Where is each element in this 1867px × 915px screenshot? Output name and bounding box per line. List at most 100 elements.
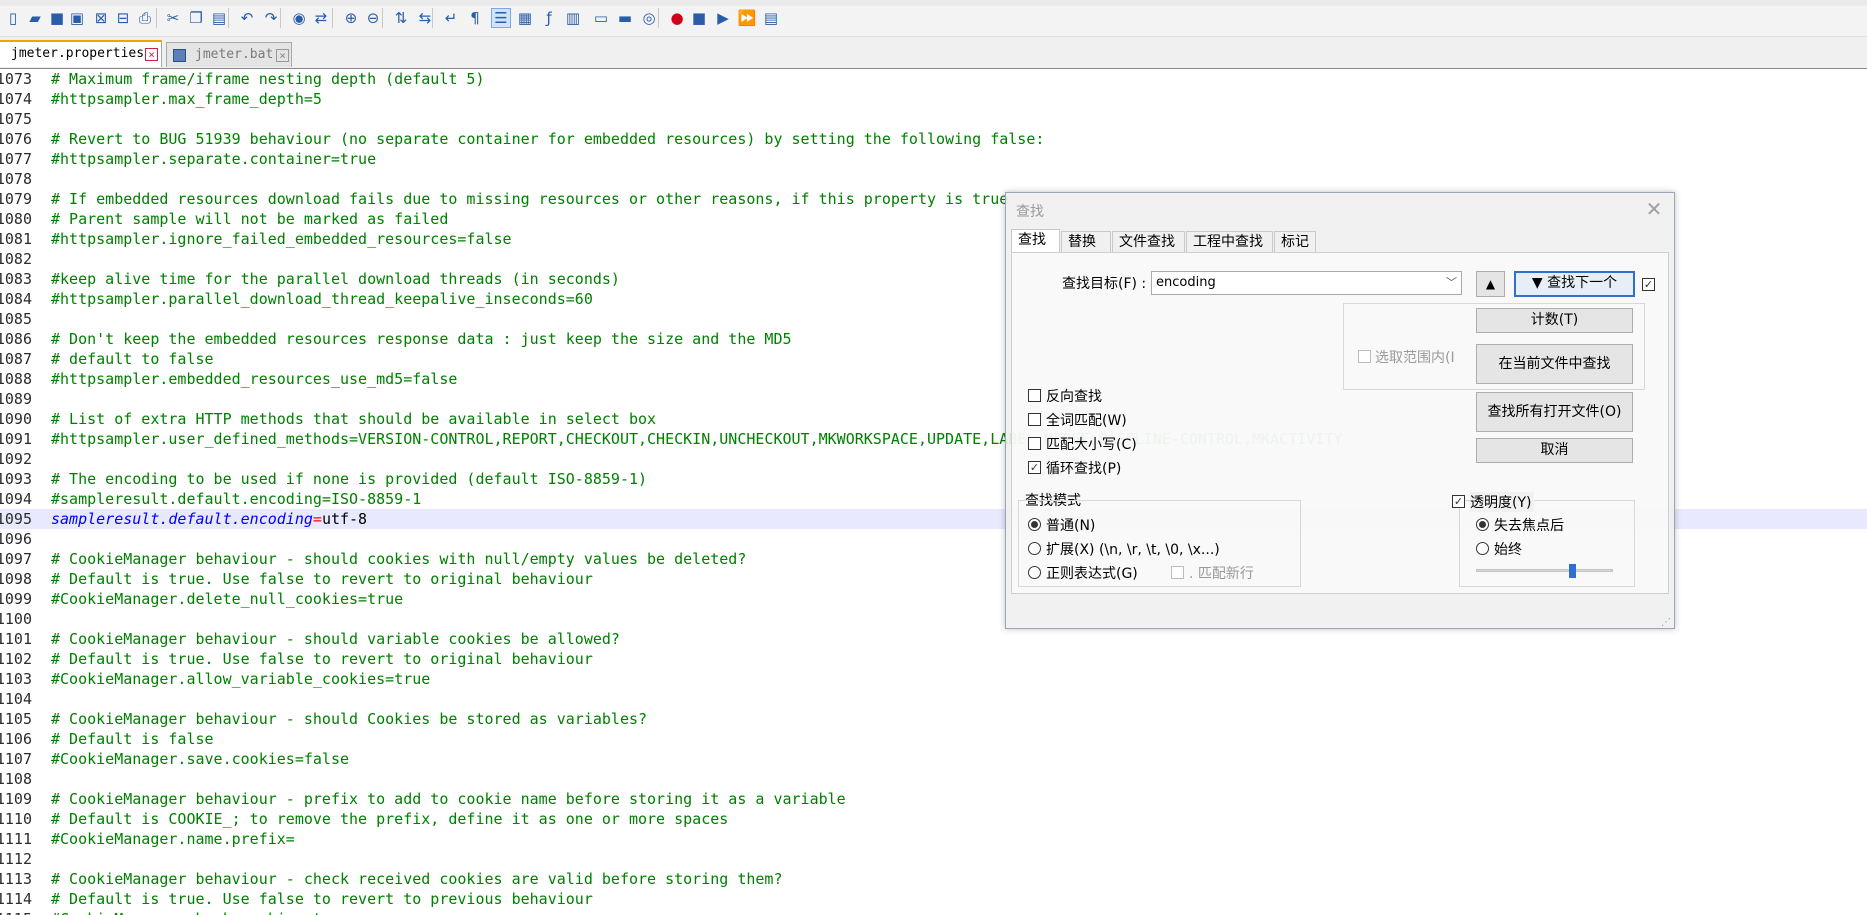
- editor-line[interactable]: 1104: [0, 689, 1867, 709]
- transparency-checkbox[interactable]: ✓: [1452, 495, 1465, 508]
- close-icon[interactable]: ×: [276, 49, 289, 62]
- chevron-down-icon[interactable]: ﹀: [1446, 272, 1457, 294]
- line-number: 1108: [0, 770, 32, 788]
- close-icon[interactable]: ⊠: [92, 9, 110, 27]
- cut-icon[interactable]: ✂: [164, 9, 182, 27]
- line-number: 1073: [0, 70, 32, 88]
- line-number: 1087: [0, 350, 32, 368]
- play-macro-icon[interactable]: ▶: [714, 9, 732, 27]
- open-file-icon[interactable]: ▰: [26, 9, 44, 27]
- paste-icon[interactable]: ▤: [210, 9, 228, 27]
- document-map-icon[interactable]: ▦: [516, 9, 534, 27]
- line-number: 1078: [0, 170, 32, 188]
- find-icon[interactable]: ◉: [290, 9, 308, 27]
- tab-find-in-project[interactable]: 工程中查找: [1186, 231, 1273, 252]
- editor-line[interactable]: 1115 #CookieManager.check.cookies=true: [0, 909, 1867, 915]
- save-icon[interactable]: ■: [48, 9, 66, 27]
- line-number: 1094: [0, 490, 32, 508]
- copy-icon[interactable]: ❐: [187, 9, 205, 27]
- editor-line[interactable]: 1108: [0, 769, 1867, 789]
- new-file-icon[interactable]: ▯: [4, 9, 22, 27]
- line-text: #httpsampler.ignore_failed_embedded_reso…: [51, 230, 512, 248]
- transparency-slider[interactable]: [1476, 569, 1613, 572]
- eye-icon[interactable]: ◎: [640, 9, 658, 27]
- print-icon[interactable]: ⎙: [136, 9, 154, 27]
- editor-line[interactable]: 1102 # Default is true. Use false to reve…: [0, 649, 1867, 669]
- redo-icon[interactable]: ↷: [262, 9, 280, 27]
- editor-line[interactable]: 1103 #CookieManager.allow_variable_cookie…: [0, 669, 1867, 689]
- backward-checkbox[interactable]: [1028, 389, 1041, 402]
- count-button[interactable]: 计数(T): [1476, 308, 1633, 333]
- clipboard-icon[interactable]: ▥: [564, 9, 582, 27]
- regex-mode-radio[interactable]: [1028, 566, 1041, 579]
- sync-vertical-icon[interactable]: ⇅: [392, 9, 410, 27]
- line-number: 1075: [0, 110, 32, 128]
- line-number: 1105: [0, 710, 32, 728]
- editor-line[interactable]: 1107 #CookieManager.save.cookies=false: [0, 749, 1867, 769]
- zoom-in-icon[interactable]: ⊕: [342, 9, 360, 27]
- line-text: #CookieManager.check.cookies=true: [51, 909, 349, 915]
- transparency-slider-thumb[interactable]: [1568, 564, 1576, 578]
- tab-find[interactable]: 查找: [1011, 229, 1060, 253]
- regex-mode-label: 正则表达式(G): [1046, 566, 1138, 582]
- editor-line[interactable]: 1114 # Default is true. Use false to reve…: [0, 889, 1867, 909]
- show-all-chars-icon[interactable]: ¶: [466, 9, 484, 27]
- dialog-stay-checkbox[interactable]: ✓: [1642, 278, 1655, 291]
- function-list-icon[interactable]: ƒ: [540, 9, 558, 27]
- find-in-all-open-files-button[interactable]: 查找所有打开文件(O): [1476, 392, 1633, 432]
- editor-line[interactable]: 1112: [0, 849, 1867, 869]
- resize-grip-icon[interactable]: ⋰: [1661, 617, 1671, 628]
- close-icon[interactable]: ✕: [1643, 197, 1665, 221]
- cancel-button[interactable]: 取消: [1476, 438, 1633, 463]
- record-macro-icon[interactable]: ●: [668, 9, 686, 27]
- tab-find-in-files[interactable]: 文件查找: [1112, 231, 1185, 252]
- whole-word-checkbox[interactable]: [1028, 413, 1041, 426]
- find-in-current-file-button[interactable]: 在当前文件中查找: [1476, 344, 1633, 384]
- word-wrap-icon[interactable]: ↵: [442, 9, 460, 27]
- line-text: # CookieManager behaviour - should Cooki…: [51, 710, 648, 728]
- find-next-button[interactable]: ▼ 查找下一个: [1514, 271, 1635, 297]
- zoom-out-icon[interactable]: ⊖: [364, 9, 382, 27]
- editor-line[interactable]: 1101 # CookieManager behaviour - should v…: [0, 629, 1867, 649]
- editor-line[interactable]: 1110 # Default is COOKIE_; to remove the …: [0, 809, 1867, 829]
- close-all-icon[interactable]: ⊟: [114, 9, 132, 27]
- close-icon[interactable]: ×: [145, 48, 158, 61]
- on-lose-focus-radio[interactable]: [1476, 518, 1489, 531]
- folder-workspace-icon[interactable]: ▭: [592, 9, 610, 27]
- monitor-icon[interactable]: ▬: [616, 9, 634, 27]
- tab-jmeter-properties[interactable]: jmeter.properties ×: [0, 40, 162, 67]
- line-number: 1106: [0, 730, 32, 748]
- editor-line[interactable]: 1106 # Default is false: [0, 729, 1867, 749]
- editor-line[interactable]: 1074 #httpsampler.max_frame_depth=5: [0, 89, 1867, 109]
- editor-line[interactable]: 1113 # CookieManager behaviour - check re…: [0, 869, 1867, 889]
- save-macro-icon[interactable]: ▤: [762, 9, 780, 27]
- replace-icon[interactable]: ⇄: [312, 9, 330, 27]
- tab-jmeter-bat[interactable]: jmeter.bat ×: [166, 42, 292, 67]
- editor-line[interactable]: 1078: [0, 169, 1867, 189]
- editor-line[interactable]: 1077 #httpsampler.separate.container=true: [0, 149, 1867, 169]
- property-key: sampleresult.default.encoding: [51, 510, 313, 528]
- extended-mode-radio[interactable]: [1028, 542, 1041, 555]
- undo-icon[interactable]: ↶: [238, 9, 256, 27]
- toolbar-separator: [658, 8, 659, 28]
- run-macro-multiple-icon[interactable]: ⏩: [738, 9, 757, 27]
- stop-macro-icon[interactable]: ■: [690, 9, 708, 27]
- editor-line[interactable]: 1111 #CookieManager.name.prefix=: [0, 829, 1867, 849]
- save-all-icon[interactable]: ▣: [68, 9, 86, 27]
- find-previous-button[interactable]: ▲: [1476, 271, 1505, 297]
- editor-line[interactable]: 1073 # Maximum frame/iframe nesting depth…: [0, 69, 1867, 89]
- dot-newline-checkbox[interactable]: [1171, 566, 1184, 579]
- wrap-around-checkbox[interactable]: ✓: [1028, 461, 1041, 474]
- editor-line[interactable]: 1076 # Revert to BUG 51939 behaviour (no …: [0, 129, 1867, 149]
- always-radio[interactable]: [1476, 542, 1489, 555]
- tab-replace[interactable]: 替换: [1061, 231, 1111, 252]
- find-target-combo[interactable]: encoding ﹀: [1151, 271, 1462, 295]
- editor-line[interactable]: 1075: [0, 109, 1867, 129]
- editor-line[interactable]: 1105 # CookieManager behaviour - should C…: [0, 709, 1867, 729]
- editor-line[interactable]: 1109 # CookieManager behaviour - prefix t…: [0, 789, 1867, 809]
- indent-guide-icon[interactable]: ☰: [491, 8, 511, 28]
- in-selection-checkbox[interactable]: [1358, 350, 1371, 363]
- tab-mark[interactable]: 标记: [1274, 231, 1316, 252]
- match-case-checkbox[interactable]: [1028, 437, 1041, 450]
- normal-mode-radio[interactable]: [1028, 518, 1041, 531]
